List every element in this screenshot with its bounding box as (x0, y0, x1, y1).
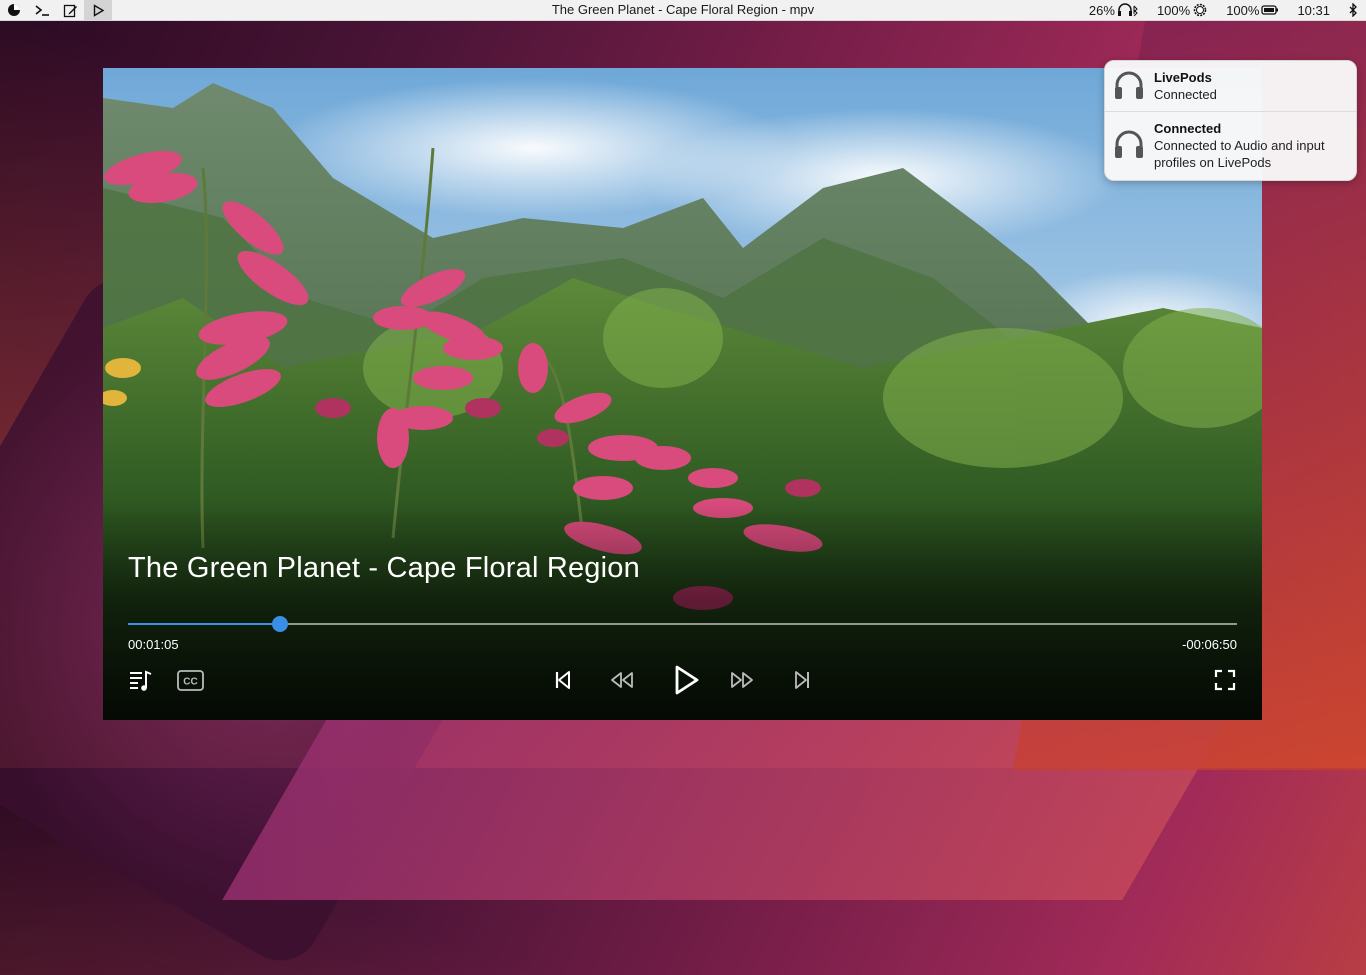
svg-text:CC: CC (183, 676, 197, 687)
time-elapsed: 00:01:05 (128, 637, 179, 652)
playlist-button[interactable] (125, 666, 155, 694)
rewind-button[interactable] (607, 668, 637, 692)
fullscreen-icon (1214, 669, 1236, 691)
notification-livepods[interactable]: LivePods Connected (1105, 61, 1356, 111)
play-icon[interactable] (84, 0, 112, 20)
fast-forward-button[interactable] (727, 668, 757, 692)
battery-status[interactable]: 100% (1226, 3, 1279, 18)
notification-connected[interactable]: Connected Connected to Audio and input p… (1105, 112, 1356, 180)
skip-next-button[interactable] (788, 668, 816, 692)
skip-next-icon (795, 671, 809, 689)
notification-title: LivePods (1154, 70, 1212, 85)
status-area: 26% 100% 100% 10:31 (1089, 0, 1358, 20)
fullscreen-button[interactable] (1211, 666, 1239, 694)
headphones-battery-text: 26% (1088, 2, 1115, 18)
brightness-icon (1193, 3, 1207, 17)
time-remaining[interactable]: -00:06:50 (1182, 637, 1237, 652)
subtitles-icon: CC (176, 669, 204, 691)
playlist-icon (130, 670, 152, 691)
brightness-status[interactable]: 100% (1157, 2, 1208, 18)
play-button[interactable] (668, 662, 704, 698)
video-player[interactable]: The Green Planet - Cape Floral Region 00… (103, 68, 1262, 720)
play-icon (675, 665, 699, 695)
volume-text: 100% (1156, 2, 1191, 18)
notification-body: Connected (1154, 87, 1217, 102)
rewind-icon (611, 672, 633, 688)
seek-bar[interactable] (128, 616, 1237, 632)
skip-previous-button[interactable] (549, 668, 577, 692)
notification-body: Connected to Audio and input profiles on… (1154, 138, 1325, 170)
bluetooth-icon[interactable] (1348, 3, 1358, 17)
seek-bar-progress (128, 623, 280, 625)
fast-forward-icon (731, 672, 753, 688)
terminal-icon[interactable] (28, 0, 56, 20)
notification-title: Connected (1154, 121, 1222, 136)
top-bar-launchers (0, 0, 112, 20)
seek-handle[interactable] (271, 616, 288, 632)
clock[interactable]: 10:31 (1297, 3, 1330, 18)
app-menu-icon[interactable] (0, 0, 28, 20)
edit-icon[interactable] (56, 0, 84, 20)
notification-stack: LivePods Connected Connected Connected t… (1104, 60, 1357, 181)
headphones-status[interactable]: 26% (1089, 3, 1139, 18)
top-bar: The Green Planet - Cape Floral Region - … (0, 0, 1366, 21)
skip-previous-icon (555, 671, 570, 689)
battery-icon (1261, 5, 1279, 15)
headphones-icon (1115, 130, 1143, 158)
battery-text: 100% (1226, 2, 1260, 18)
subtitles-button[interactable]: CC (175, 668, 205, 692)
video-title: The Green Planet - Cape Floral Region (128, 552, 640, 584)
headphones-icon (1115, 71, 1143, 99)
headphones-icon (1117, 3, 1138, 17)
